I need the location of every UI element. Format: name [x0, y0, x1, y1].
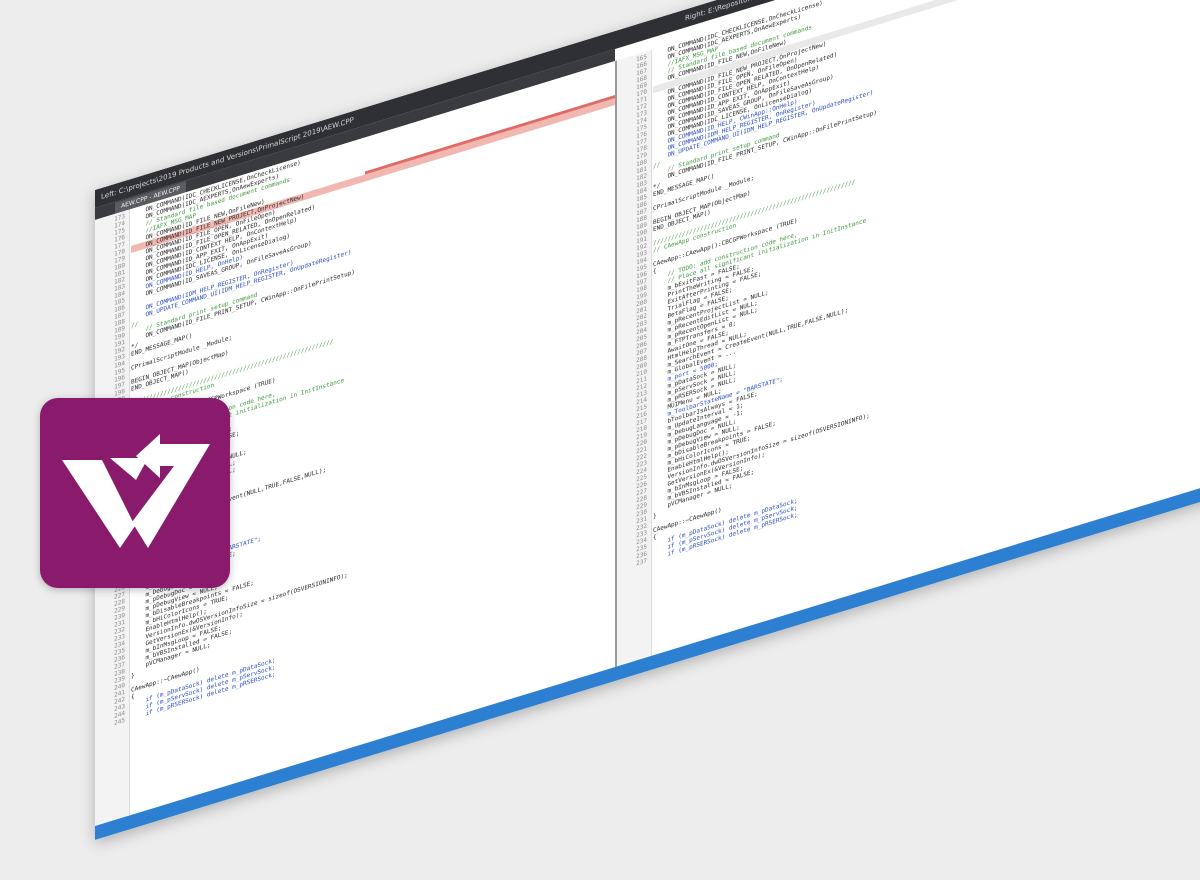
- primalscript-logo-tile: [40, 398, 230, 588]
- right-code-view[interactable]: 165 ON_COMMAND(IDC_CHECKLICENSE,OnCheckL…: [636, 0, 1200, 568]
- diff-tool-scene: Left: C:\projects\2019 Products and Vers…: [95, 0, 1200, 880]
- primalscript-logo-icon: [62, 434, 210, 548]
- right-editor-pane[interactable]: 165 ON_COMMAND(IDC_CHECKLICENSE,OnCheckL…: [617, 0, 1200, 667]
- compare-window: Left: C:\projects\2019 Products and Vers…: [95, 0, 1200, 840]
